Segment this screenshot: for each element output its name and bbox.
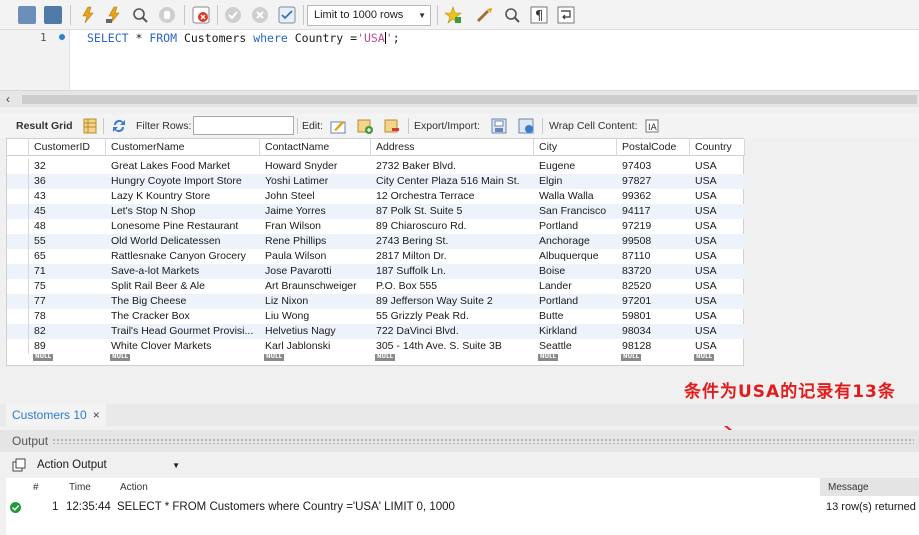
- success-check-icon: [10, 502, 21, 516]
- output-row-action: SELECT * FROM Customers where Country ='…: [117, 501, 455, 513]
- output-row-message: 13 row(s) returned: [826, 501, 916, 513]
- tab-label: Customers 10: [12, 408, 87, 422]
- output-col-message: Message: [828, 482, 869, 493]
- close-icon[interactable]: ×: [93, 408, 100, 422]
- copy-icon[interactable]: [12, 458, 26, 475]
- output-type-value: Action Output: [37, 459, 107, 471]
- result-tab-bar: Customers 10 ×: [0, 404, 919, 426]
- action-output-grid[interactable]: # Time Action Message 1 12:35:44 SELECT …: [6, 478, 919, 535]
- output-row-num: 1: [52, 501, 59, 513]
- output-title: Output: [12, 434, 49, 448]
- chevron-down-icon: ▼: [172, 461, 180, 470]
- output-col-action: Action: [120, 482, 148, 493]
- tab-customers-10[interactable]: Customers 10 ×: [6, 404, 106, 426]
- output-col-time: Time: [69, 482, 91, 493]
- output-panel-header: Output: [0, 430, 919, 452]
- panel-resize-grip[interactable]: [52, 438, 914, 444]
- output-type-select[interactable]: Action Output ▼: [32, 456, 183, 475]
- output-col-num: #: [33, 482, 39, 493]
- annotation-label: 条件为USA的记录有13条: [684, 382, 896, 402]
- output-row-time: 12:35:44: [66, 501, 111, 513]
- output-toolbar: Action Output ▼: [0, 452, 919, 478]
